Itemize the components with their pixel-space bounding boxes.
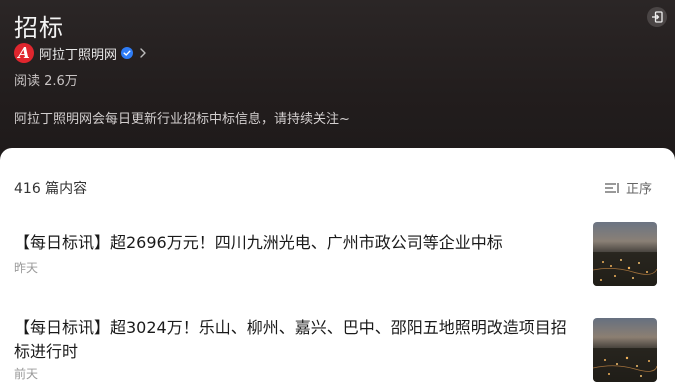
article-thumbnail <box>593 318 657 382</box>
author-logo: A <box>14 43 34 63</box>
author-name: 阿拉丁照明网 <box>39 47 118 63</box>
article-date: 昨天 <box>14 261 39 275</box>
article-item[interactable]: 【每日标讯】超2696万元！四川九洲光电、广州市政公司等企业中标 昨天 <box>0 222 675 292</box>
logo-letter: A <box>18 44 30 62</box>
page: 招标 A 阿拉丁照明网 阅读 2.6万 阿拉丁照明网会每日更新行业招标中标信息，… <box>0 0 675 392</box>
article-title: 【每日标讯】超2696万元！四川九洲光电、广州市政公司等企业中标 <box>14 233 503 252</box>
article-count: 416 篇内容 <box>14 181 88 197</box>
city-night-thumbnail <box>593 222 657 286</box>
author-link[interactable]: A 阿拉丁照明网 <box>14 43 147 63</box>
exit-button[interactable] <box>647 7 667 27</box>
article-title: 【每日标讯】超3024万！乐山、柳州、嘉兴、巴中、邵阳五地照明改造项目招标进行时 <box>14 318 567 361</box>
article-list-panel: 416 篇内容 正序 【每日标讯】超2696万元！四川九洲光电、广州市政公司等企… <box>0 148 675 392</box>
exit-icon <box>652 11 663 23</box>
sort-icon <box>605 182 619 193</box>
article-item[interactable]: 【每日标讯】超3024万！乐山、柳州、嘉兴、巴中、邵阳五地照明改造项目招标进行时… <box>0 318 675 392</box>
read-count: 阅读 2.6万 <box>14 74 78 89</box>
sort-label: 正序 <box>626 182 653 197</box>
article-thumbnail <box>593 222 657 286</box>
verified-icon <box>121 47 134 59</box>
collection-description: 阿拉丁照明网会每日更新行业招标中标信息，请持续关注~ <box>14 112 350 127</box>
page-title: 招标 <box>14 14 64 42</box>
sort-button[interactable]: 正序 <box>604 178 652 197</box>
collection-header: 招标 A 阿拉丁照明网 阅读 2.6万 阿拉丁照明网会每日更新行业招标中标信息，… <box>0 0 675 160</box>
chevron-right-icon <box>140 48 146 58</box>
city-night-thumbnail <box>593 318 657 382</box>
article-date: 前天 <box>14 367 39 381</box>
